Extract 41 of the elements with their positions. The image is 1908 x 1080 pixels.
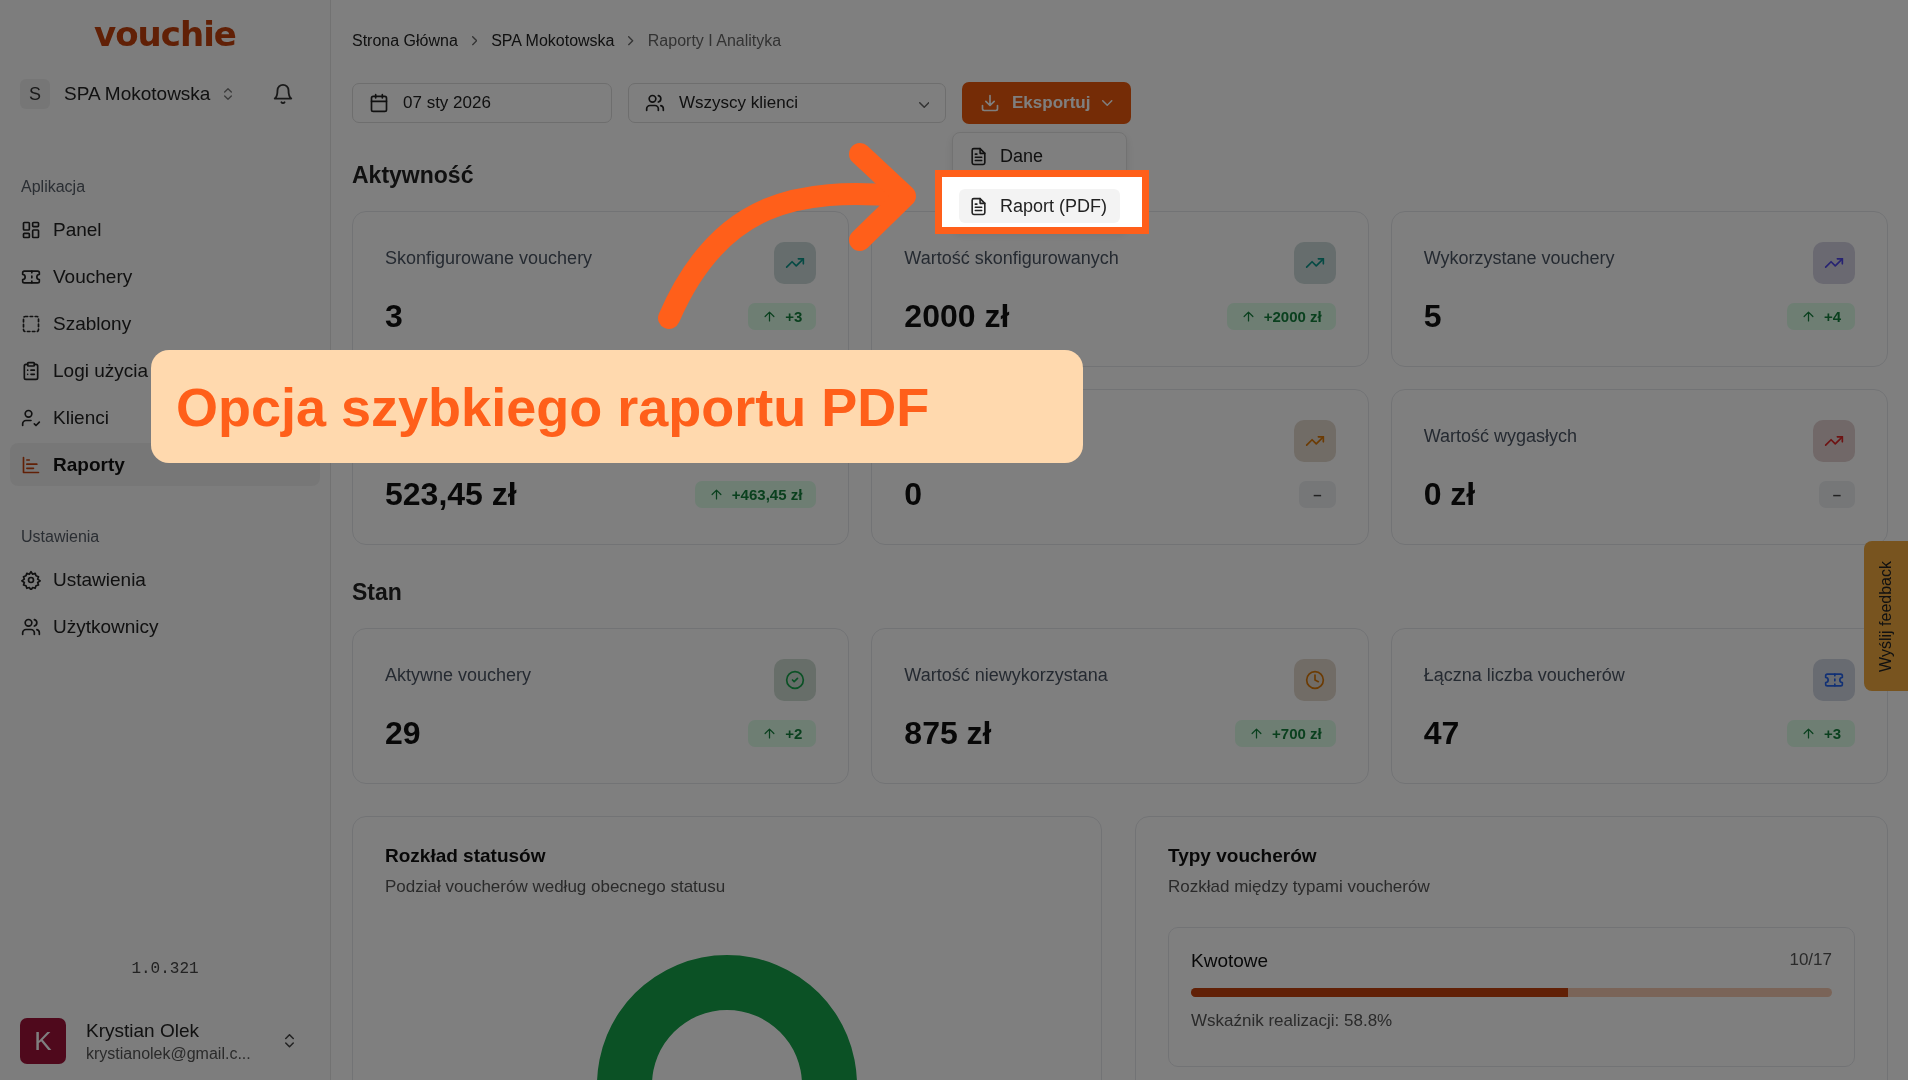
change-badge: +2 <box>748 720 817 747</box>
callout-text: Opcja szybkiego raportu PDF <box>151 350 1083 463</box>
change-badge: – <box>1818 481 1855 508</box>
user-name: Krystian Olek <box>86 1019 200 1042</box>
stat-value: 5 <box>1423 298 1442 335</box>
change-badge: +3 <box>1786 720 1855 747</box>
type-count: 10/17 <box>1789 950 1832 971</box>
type-caption: Wskaźnik realizacji: 58.8% <box>1191 1011 1394 1031</box>
change-badge: +2000 zł <box>1226 303 1336 330</box>
version-label: 1.0.321 <box>130 960 200 978</box>
panel-subtitle: Podział voucherów według obecnego statusu <box>385 877 727 897</box>
panel-subtitle: Rozkład między typami voucherów <box>1168 877 1431 897</box>
section-heading: Aktywność <box>352 162 475 189</box>
stat-value: 3 <box>385 298 403 335</box>
stat-label: Wartość wygasłych <box>1423 426 1578 447</box>
change-badge: +463,45 zł <box>694 481 817 508</box>
stat-value: 47 <box>1423 715 1460 752</box>
change-badge: +3 <box>748 303 817 330</box>
change-badge: – <box>1299 481 1336 508</box>
stat-label: Łączna liczba voucherów <box>1423 665 1625 686</box>
workspace-avatar: S <box>20 79 50 109</box>
user-email: krystianolek@gmail.c... <box>86 1044 251 1063</box>
stat-label: Wykorzystane vouchery <box>1423 248 1615 269</box>
stat-label: Wartość skonfigurowanych <box>904 248 1119 269</box>
stat-value: 0 zł <box>1423 476 1476 513</box>
change-badge: +700 zł <box>1235 720 1336 747</box>
panel-title: Typy voucherów <box>1168 845 1318 867</box>
stat-value: 523,45 zł <box>385 476 517 513</box>
stat-label: Skonfigurowane vouchery <box>385 248 593 269</box>
stat-value: 875 zł <box>904 715 992 752</box>
stat-value: 29 <box>385 715 421 752</box>
stat-value: 0 <box>904 476 923 513</box>
stat-label: Aktywne vouchery <box>385 665 532 686</box>
stat-value: 2000 zł <box>904 298 1010 335</box>
type-name: Kwotowe <box>1191 950 1269 972</box>
section-label: Aplikacja <box>20 178 87 196</box>
stat-label: Wartość niewykorzystana <box>904 665 1108 686</box>
section-label: Ustawienia <box>20 528 101 546</box>
change-badge: +4 <box>1786 303 1855 330</box>
panel-title: Rozkład statusów <box>385 845 547 867</box>
user-avatar: K <box>20 1018 66 1064</box>
